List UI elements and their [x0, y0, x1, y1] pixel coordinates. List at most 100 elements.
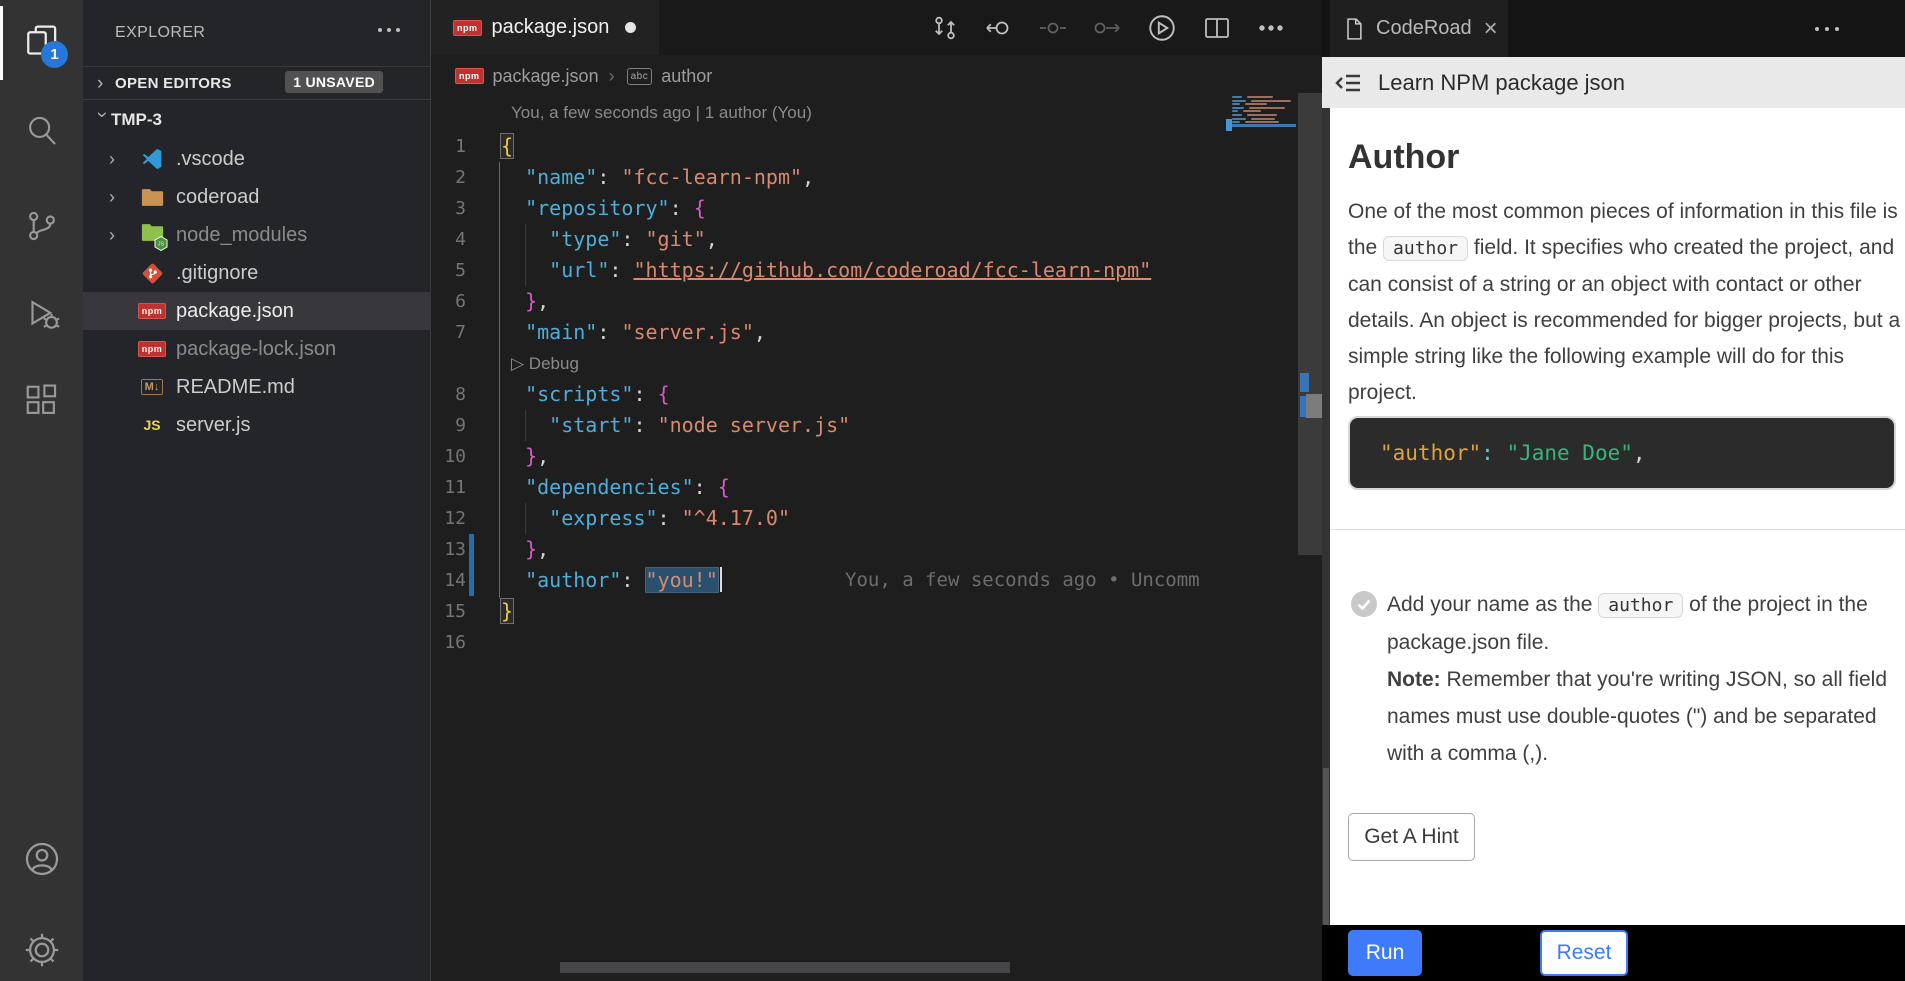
tree-item-coderoad[interactable]: ›coderoad: [83, 178, 431, 216]
line-number: 6: [431, 286, 466, 317]
overview-ruler-mark: [1300, 373, 1309, 392]
code-line-10[interactable]: 10 },: [431, 441, 1322, 472]
extensions-icon[interactable]: [0, 362, 83, 440]
settings-gear-icon[interactable]: [0, 911, 83, 981]
root-folder-label: TMP-3: [111, 110, 162, 130]
editor-group: npm package.json npm package.json › abc …: [431, 0, 1322, 981]
npm-icon: npm: [138, 337, 166, 361]
tree-item-label: node_modules: [176, 224, 307, 247]
code-text: "dependencies": {: [501, 472, 730, 503]
vertical-scrollbar[interactable]: [1298, 93, 1322, 555]
run-button[interactable]: Run: [1348, 930, 1422, 976]
tree-item--gitignore[interactable]: .gitignore: [83, 254, 431, 292]
account-icon[interactable]: [0, 820, 83, 898]
line-number: 9: [431, 410, 466, 441]
debug-codelens[interactable]: ▷ Debug: [511, 348, 579, 379]
step-heading: Author: [1348, 138, 1459, 177]
reset-button[interactable]: Reset: [1540, 930, 1628, 976]
panel-more-actions-icon[interactable]: [1815, 27, 1839, 31]
code-text: "repository": {: [501, 193, 706, 224]
code-line-3[interactable]: 3 "repository": {: [431, 193, 1322, 224]
code-line-14[interactable]: 14 "author": "you!" You, a few seconds ag…: [431, 565, 1322, 596]
code-text: "author": "you!": [501, 565, 722, 596]
editor-more-actions-icon[interactable]: [1256, 13, 1286, 43]
chevron-down-icon: ›: [93, 111, 112, 129]
panel-footer: Run Reset: [1322, 925, 1905, 981]
code-line-11[interactable]: 11 "dependencies": {: [431, 472, 1322, 503]
open-editors-section[interactable]: › OPEN EDITORS 1 UNSAVED: [83, 66, 431, 100]
chevron-right-icon: ›: [97, 74, 115, 93]
explorer-icon[interactable]: 1: [0, 2, 83, 80]
breadcrumb-symbol[interactable]: author: [661, 66, 712, 87]
tree-item-node-modules[interactable]: ›JSnode_modules: [83, 216, 431, 254]
git-icon: [138, 261, 166, 285]
tree-item-label: server.js: [176, 414, 250, 437]
js-icon: JS: [138, 413, 166, 437]
source-control-icon[interactable]: [0, 187, 83, 265]
line-number: 11: [431, 472, 466, 503]
code-line-15[interactable]: 15}: [431, 596, 1322, 627]
indent-guide: [525, 224, 526, 286]
coderoad-panel: CodeRoad × Learn NPM package json Author…: [1322, 0, 1905, 981]
line-number: 14: [431, 565, 466, 596]
npm-file-icon: npm: [453, 20, 482, 36]
code-line-13[interactable]: 13 },: [431, 534, 1322, 565]
code-text: "express": "^4.17.0": [501, 503, 790, 534]
indent-guide: [525, 503, 526, 534]
tree-item-package-lock-json[interactable]: npmpackage-lock.json: [83, 330, 431, 368]
gutter-change-bar: [469, 565, 474, 596]
line-number: 10: [431, 441, 466, 472]
code-text: "url": "https://github.com/coderoad/fcc-…: [501, 255, 1151, 286]
code-line-4[interactable]: 4 "type": "git",: [431, 224, 1322, 255]
code-line-7[interactable]: 7 "main": "server.js",: [431, 317, 1322, 348]
open-editors-label: OPEN EDITORS: [115, 75, 232, 92]
inline-blame: You, a few seconds ago • Uncomm: [845, 565, 1200, 596]
code-line-5[interactable]: 5 "url": "https://github.com/coderoad/fc…: [431, 255, 1322, 286]
code-line-2[interactable]: 2 "name": "fcc-learn-npm",: [431, 162, 1322, 193]
overview-slider[interactable]: [1306, 394, 1322, 418]
code-line-12[interactable]: 12 "express": "^4.17.0": [431, 503, 1322, 534]
sidebar-more-actions-icon[interactable]: [378, 28, 400, 32]
step-over-icon[interactable]: [1092, 13, 1122, 43]
gutter-change-bar: [469, 534, 474, 565]
code-text: "scripts": {: [501, 379, 670, 410]
tab-coderoad[interactable]: CodeRoad ×: [1330, 0, 1508, 57]
vscode-folder-icon: [138, 147, 166, 171]
root-folder-row[interactable]: › TMP-3: [83, 100, 431, 140]
run-circle-icon[interactable]: [1146, 12, 1178, 44]
gitlens-authors-codelens[interactable]: You, a few seconds ago | 1 author (You): [511, 103, 812, 123]
line-number: 1: [431, 131, 466, 162]
horizontal-scrollbar[interactable]: [560, 962, 1010, 973]
search-icon[interactable]: [0, 92, 83, 170]
breakpoint-circle-icon[interactable]: [1038, 13, 1068, 43]
explorer-sidebar: EXPLORER › OPEN EDITORS 1 UNSAVED › TMP-…: [83, 0, 431, 981]
code-line-6[interactable]: 6 },: [431, 286, 1322, 317]
tree-item-server-js[interactable]: JS server.js: [83, 406, 431, 444]
code-text: "name": "fcc-learn-npm",: [501, 162, 814, 193]
code-line-8[interactable]: 8 "scripts": {: [431, 379, 1322, 410]
close-icon[interactable]: ×: [1484, 17, 1498, 41]
tree-item-readme-md[interactable]: M↓README.md: [83, 368, 431, 406]
code-line-9[interactable]: 9 "start": "node server.js": [431, 410, 1322, 441]
step-back-icon[interactable]: [984, 13, 1014, 43]
line-number: 4: [431, 224, 466, 255]
code-line-1[interactable]: 1{: [431, 131, 1322, 162]
breadcrumb-file[interactable]: package.json: [493, 66, 599, 87]
activity-bar: 1: [0, 0, 83, 981]
git-compare-icon[interactable]: [930, 13, 960, 43]
line-number: 8: [431, 379, 466, 410]
line-number: 7: [431, 317, 466, 348]
tree-item-package-json[interactable]: npmpackage.json: [83, 292, 431, 330]
split-editor-icon[interactable]: [1202, 13, 1232, 43]
run-debug-icon[interactable]: [0, 275, 83, 353]
menu-collapse-icon[interactable]: [1334, 68, 1364, 98]
tree-item--vscode[interactable]: ›.vscode: [83, 140, 431, 178]
line-number: 16: [431, 627, 466, 658]
tab-package-json[interactable]: npm package.json: [431, 0, 659, 55]
code-line-16[interactable]: 16: [431, 627, 1322, 658]
bracket-guide: [499, 162, 500, 598]
modified-dot-icon[interactable]: [625, 22, 636, 33]
minimap[interactable]: [1230, 96, 1296, 136]
tab-label: package.json: [492, 16, 610, 39]
get-hint-button[interactable]: Get A Hint: [1348, 813, 1475, 861]
